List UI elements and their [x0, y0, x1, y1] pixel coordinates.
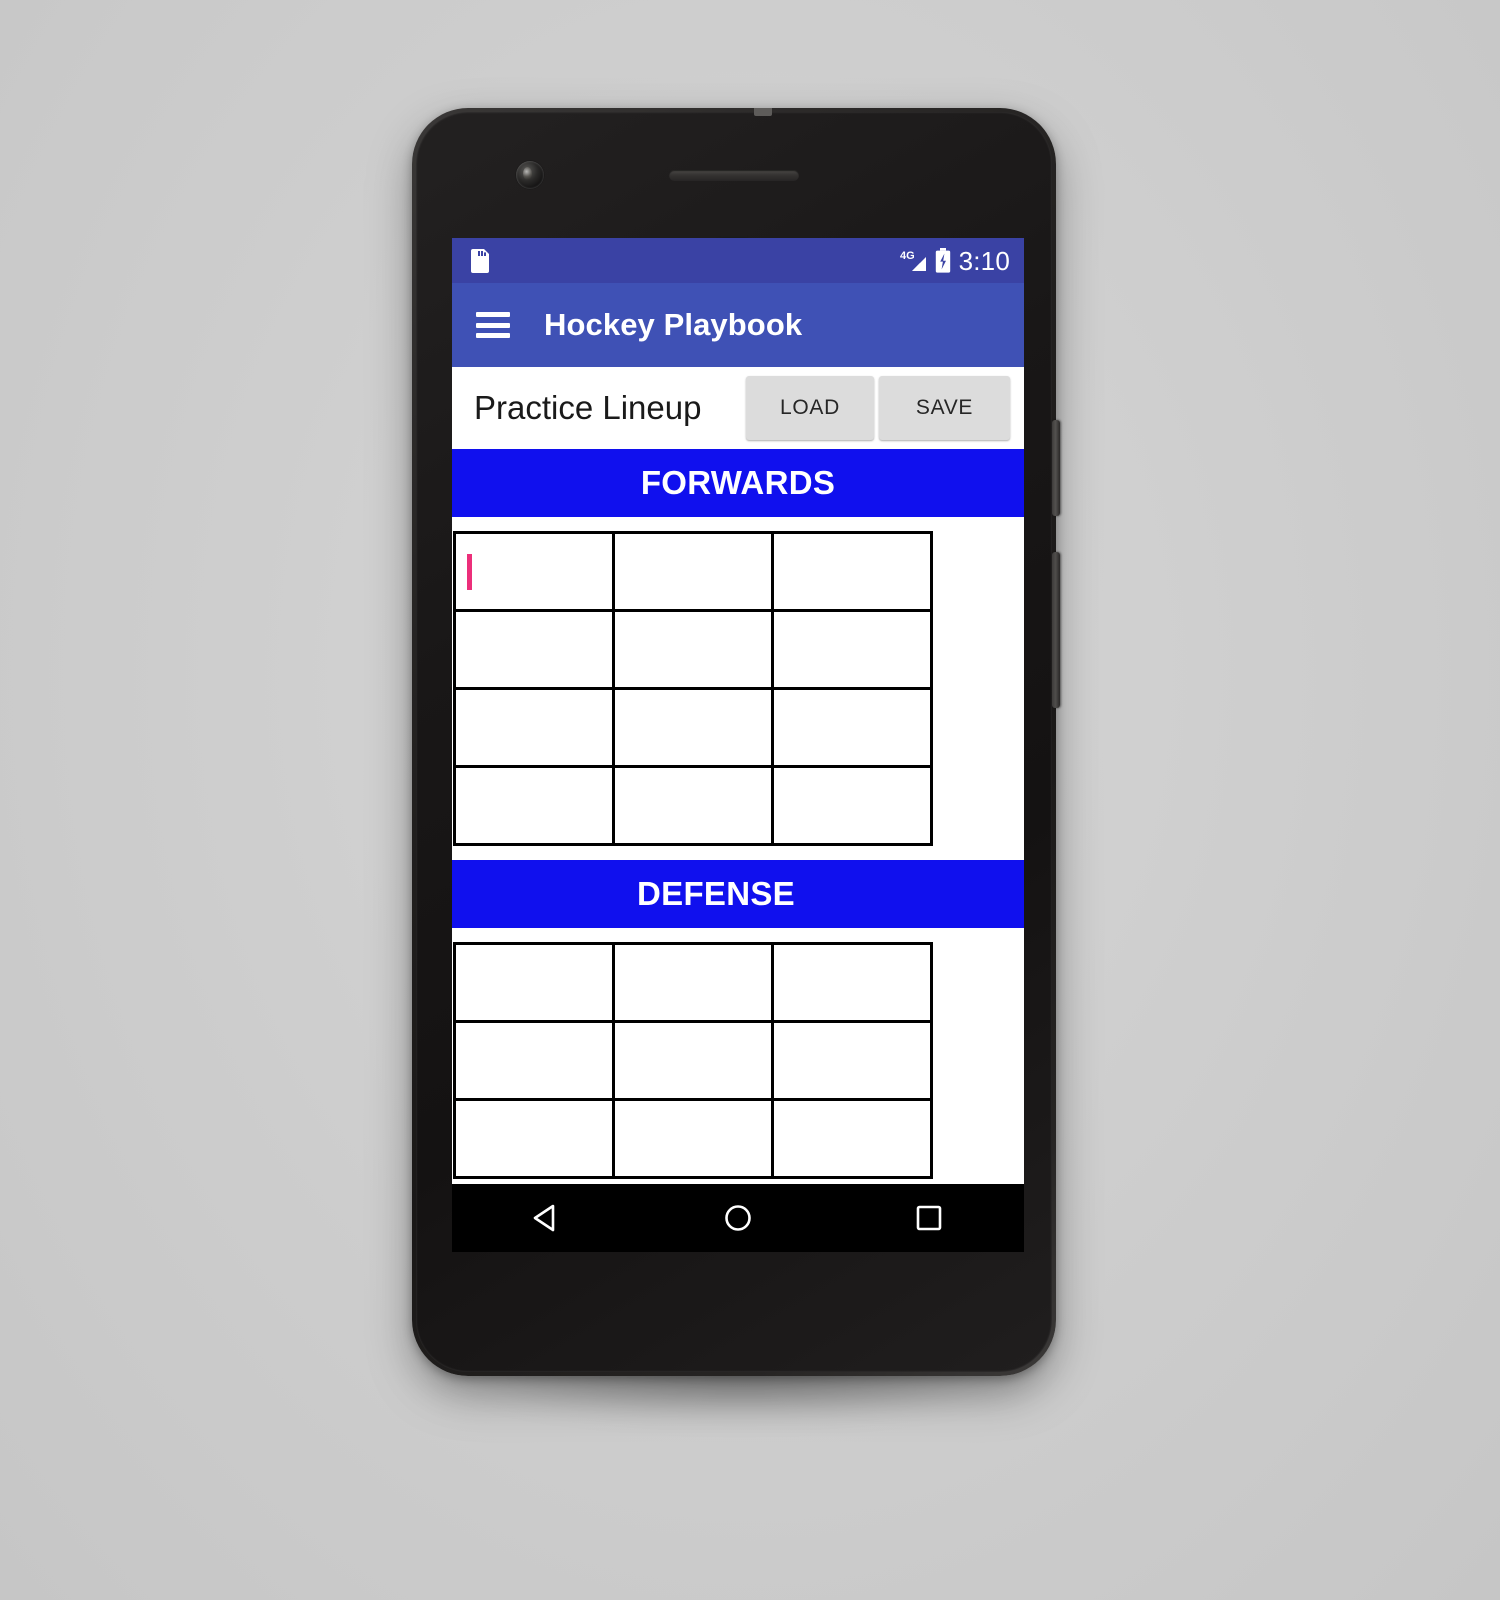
- table-row: [453, 687, 933, 768]
- android-nav-bar: [452, 1184, 1024, 1252]
- player-input[interactable]: [784, 968, 920, 997]
- player-input[interactable]: [784, 1046, 920, 1075]
- lineup-cell[interactable]: [612, 609, 774, 690]
- lineup-cell[interactable]: [612, 1020, 774, 1101]
- table-row: [453, 1098, 933, 1179]
- player-input[interactable]: [784, 635, 920, 664]
- spacer: [452, 846, 1024, 860]
- phone-device: 4G 3:10 Hockey Playbook Practice Lineup …: [412, 108, 1060, 1376]
- table-row: [453, 609, 933, 690]
- front-camera-icon: [516, 161, 544, 189]
- svg-text:4G: 4G: [900, 250, 915, 262]
- section-header-defense: DEFENSE: [452, 860, 1024, 928]
- player-input[interactable]: [784, 1124, 920, 1153]
- player-input[interactable]: [625, 968, 761, 997]
- antenna-band: [754, 108, 772, 116]
- forwards-grid-wrap: [452, 531, 1024, 846]
- lineup-cell[interactable]: [453, 609, 615, 690]
- back-triangle-icon[interactable]: [527, 1198, 567, 1238]
- player-input[interactable]: [625, 635, 761, 664]
- hamburger-line: [476, 333, 510, 338]
- status-bar-left: [469, 248, 491, 273]
- lineup-cell[interactable]: [612, 765, 774, 846]
- spacer: [452, 928, 1024, 942]
- battery-charging-icon: [935, 248, 951, 273]
- table-row: [453, 942, 933, 1023]
- hamburger-line: [476, 312, 510, 317]
- forwards-grid: [453, 531, 933, 846]
- lineup-cell[interactable]: [612, 942, 774, 1023]
- home-circle-icon[interactable]: [718, 1198, 758, 1238]
- lineup-cell[interactable]: [453, 687, 615, 768]
- status-bar-right: 4G 3:10: [900, 248, 1010, 274]
- phone-screen: 4G 3:10 Hockey Playbook Practice Lineup …: [452, 238, 1024, 1252]
- player-input[interactable]: [466, 968, 602, 997]
- player-input[interactable]: [625, 1124, 761, 1153]
- player-input[interactable]: [466, 635, 602, 664]
- lineup-cell[interactable]: [771, 609, 933, 690]
- lineup-toolbar: LOAD SAVE: [452, 367, 1024, 449]
- lineup-cell[interactable]: [453, 531, 615, 612]
- lineup-cell[interactable]: [612, 687, 774, 768]
- recents-square-icon[interactable]: [909, 1198, 949, 1238]
- volume-rocker-button[interactable]: [1052, 552, 1060, 708]
- table-row: [453, 1020, 933, 1101]
- player-input[interactable]: [625, 557, 761, 586]
- player-input[interactable]: [466, 1124, 602, 1153]
- lineup-cell[interactable]: [453, 1098, 615, 1179]
- player-input[interactable]: [466, 791, 602, 820]
- earpiece-speaker: [669, 170, 799, 181]
- player-input[interactable]: [625, 713, 761, 742]
- player-input[interactable]: [784, 791, 920, 820]
- text-caret: [467, 553, 472, 590]
- hamburger-menu-icon[interactable]: [476, 312, 510, 338]
- lineup-cell[interactable]: [771, 942, 933, 1023]
- lineup-cell[interactable]: [453, 765, 615, 846]
- lineup-cell[interactable]: [453, 942, 615, 1023]
- player-input[interactable]: [784, 713, 920, 742]
- lineup-cell[interactable]: [453, 1020, 615, 1101]
- player-input[interactable]: [784, 557, 920, 586]
- lineup-cell[interactable]: [612, 531, 774, 612]
- power-button[interactable]: [1052, 420, 1060, 516]
- player-input[interactable]: [625, 791, 761, 820]
- lineup-cell[interactable]: [771, 531, 933, 612]
- save-button[interactable]: SAVE: [879, 376, 1010, 440]
- lineup-cell[interactable]: [771, 765, 933, 846]
- lineup-cell[interactable]: [771, 1098, 933, 1179]
- sdcard-icon: [469, 248, 491, 273]
- load-button[interactable]: LOAD: [746, 376, 874, 440]
- section-header-forwards: FORWARDS: [452, 449, 1024, 517]
- app-title: Hockey Playbook: [544, 307, 803, 342]
- player-input[interactable]: [625, 1046, 761, 1075]
- app-bar: Hockey Playbook: [452, 283, 1024, 367]
- signal-bars-icon: 4G: [900, 249, 928, 273]
- lineup-cell[interactable]: [612, 1098, 774, 1179]
- table-row: [453, 531, 933, 612]
- player-input[interactable]: [466, 713, 602, 742]
- status-bar: 4G 3:10: [452, 238, 1024, 283]
- lineup-cell[interactable]: [771, 1020, 933, 1101]
- table-row: [453, 765, 933, 846]
- lineup-name-input[interactable]: [474, 389, 746, 427]
- player-input[interactable]: [466, 1046, 602, 1075]
- defense-grid-wrap: [452, 942, 1024, 1179]
- spacer: [452, 517, 1024, 531]
- status-bar-clock: 3:10: [958, 245, 1010, 276]
- player-input[interactable]: [466, 557, 602, 586]
- defense-grid: [453, 942, 933, 1179]
- hamburger-line: [476, 322, 510, 328]
- lineup-cell[interactable]: [771, 687, 933, 768]
